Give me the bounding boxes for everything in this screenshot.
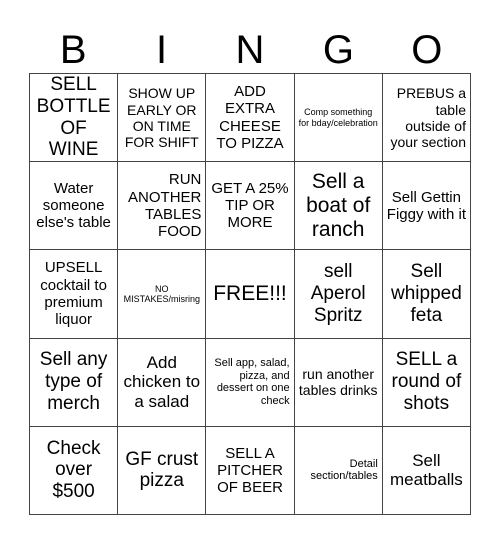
header-letter-o: O [411,28,443,72]
cell-text: SELL a round of shots [391,349,462,415]
cell-text: UPSELL cocktail to premium liquor [40,259,107,329]
cell-text: Sell meatballs [390,450,463,490]
bingo-cell-b5[interactable]: Check over $500 [30,426,119,515]
cell-text: Comp something for bday/celebration [298,107,378,128]
bingo-cell-o2[interactable]: Sell Gettin Figgy with it [382,162,471,251]
free-space-text: FREE!!! [213,281,287,305]
header-letter-n: N [235,28,265,72]
header-letter-b: B [59,28,87,72]
cell-text: sell Aperol Spritz [310,261,366,326]
cell-text: PREBUS a table outside of your section [390,85,466,150]
bingo-cell-b3[interactable]: UPSELL cocktail to premium liquor [30,250,119,339]
cell-text: Sell whipped feta [391,261,462,326]
bingo-cell-b1[interactable]: SELL BOTTLE OF WINE [30,74,119,163]
bingo-cell-n5[interactable]: SELL A PITCHER OF BEER [206,426,295,515]
bingo-board: SELL BOTTLE OF WINE SHOW UP EARLY OR ON … [29,73,471,515]
cell-text: Check over $500 [46,437,101,503]
bingo-cell-o5[interactable]: Sell meatballs [382,426,471,515]
bingo-cell-i1[interactable]: SHOW UP EARLY OR ON TIME FOR SHIFT [118,74,207,163]
bingo-cell-n4[interactable]: Sell app, salad, pizza, and dessert on o… [206,338,295,427]
bingo-cell-g4[interactable]: run another tables drinks [294,338,383,427]
cell-text: Water someone else's table [36,179,111,232]
bingo-cell-b2[interactable]: Water someone else's table [30,162,119,251]
bingo-header: B I N G O [29,28,471,72]
cell-text: GF crust pizza [125,448,199,492]
cell-text: Detail section/tables [310,457,378,483]
cell-text: Add chicken to a salad [123,352,201,411]
bingo-cell-o3[interactable]: Sell whipped feta [382,250,471,339]
bingo-cell-g3[interactable]: sell Aperol Spritz [294,250,383,339]
bingo-cell-o1[interactable]: PREBUS a table outside of your section [382,74,471,163]
cell-text: GET A 25% TIP OR MORE [211,179,289,232]
cell-text: ADD EXTRA CHEESE TO PIZZA [216,83,284,152]
bingo-cell-g5[interactable]: Detail section/tables [294,426,383,515]
cell-text: SELL A PITCHER OF BEER [217,444,283,497]
bingo-cell-n1[interactable]: ADD EXTRA CHEESE TO PIZZA [206,74,295,163]
cell-text: SELL BOTTLE OF WINE [36,74,111,161]
cell-text: Sell any type of merch [39,349,108,415]
bingo-cell-i4[interactable]: Add chicken to a salad [118,338,207,427]
bingo-cell-n2[interactable]: GET A 25% TIP OR MORE [206,162,295,251]
bingo-cell-g1[interactable]: Comp something for bday/celebration [294,74,383,163]
header-letter-g: G [322,28,354,72]
bingo-cell-i5[interactable]: GF crust pizza [118,426,207,515]
cell-text: Sell a boat of ranch [306,169,371,241]
cell-text: Sell app, salad, pizza, and dessert on o… [214,356,290,407]
cell-text: run another tables drinks [298,366,378,399]
bingo-cell-o4[interactable]: SELL a round of shots [382,338,471,427]
cell-text: Sell Gettin Figgy with it [386,188,466,223]
cell-text: RUN ANOTHER TABLES FOOD [128,171,202,241]
bingo-cell-free[interactable]: FREE!!! [206,250,295,339]
bingo-cell-g2[interactable]: Sell a boat of ranch [294,162,383,251]
bingo-cell-i3[interactable]: NO MISTAKES/misring [118,250,207,339]
cell-text: NO MISTAKES/misring [123,283,200,304]
header-letter-i: I [156,28,168,72]
cell-text: SHOW UP EARLY OR ON TIME FOR SHIFT [124,85,199,150]
bingo-cell-b4[interactable]: Sell any type of merch [30,338,119,427]
bingo-cell-i2[interactable]: RUN ANOTHER TABLES FOOD [118,162,207,251]
